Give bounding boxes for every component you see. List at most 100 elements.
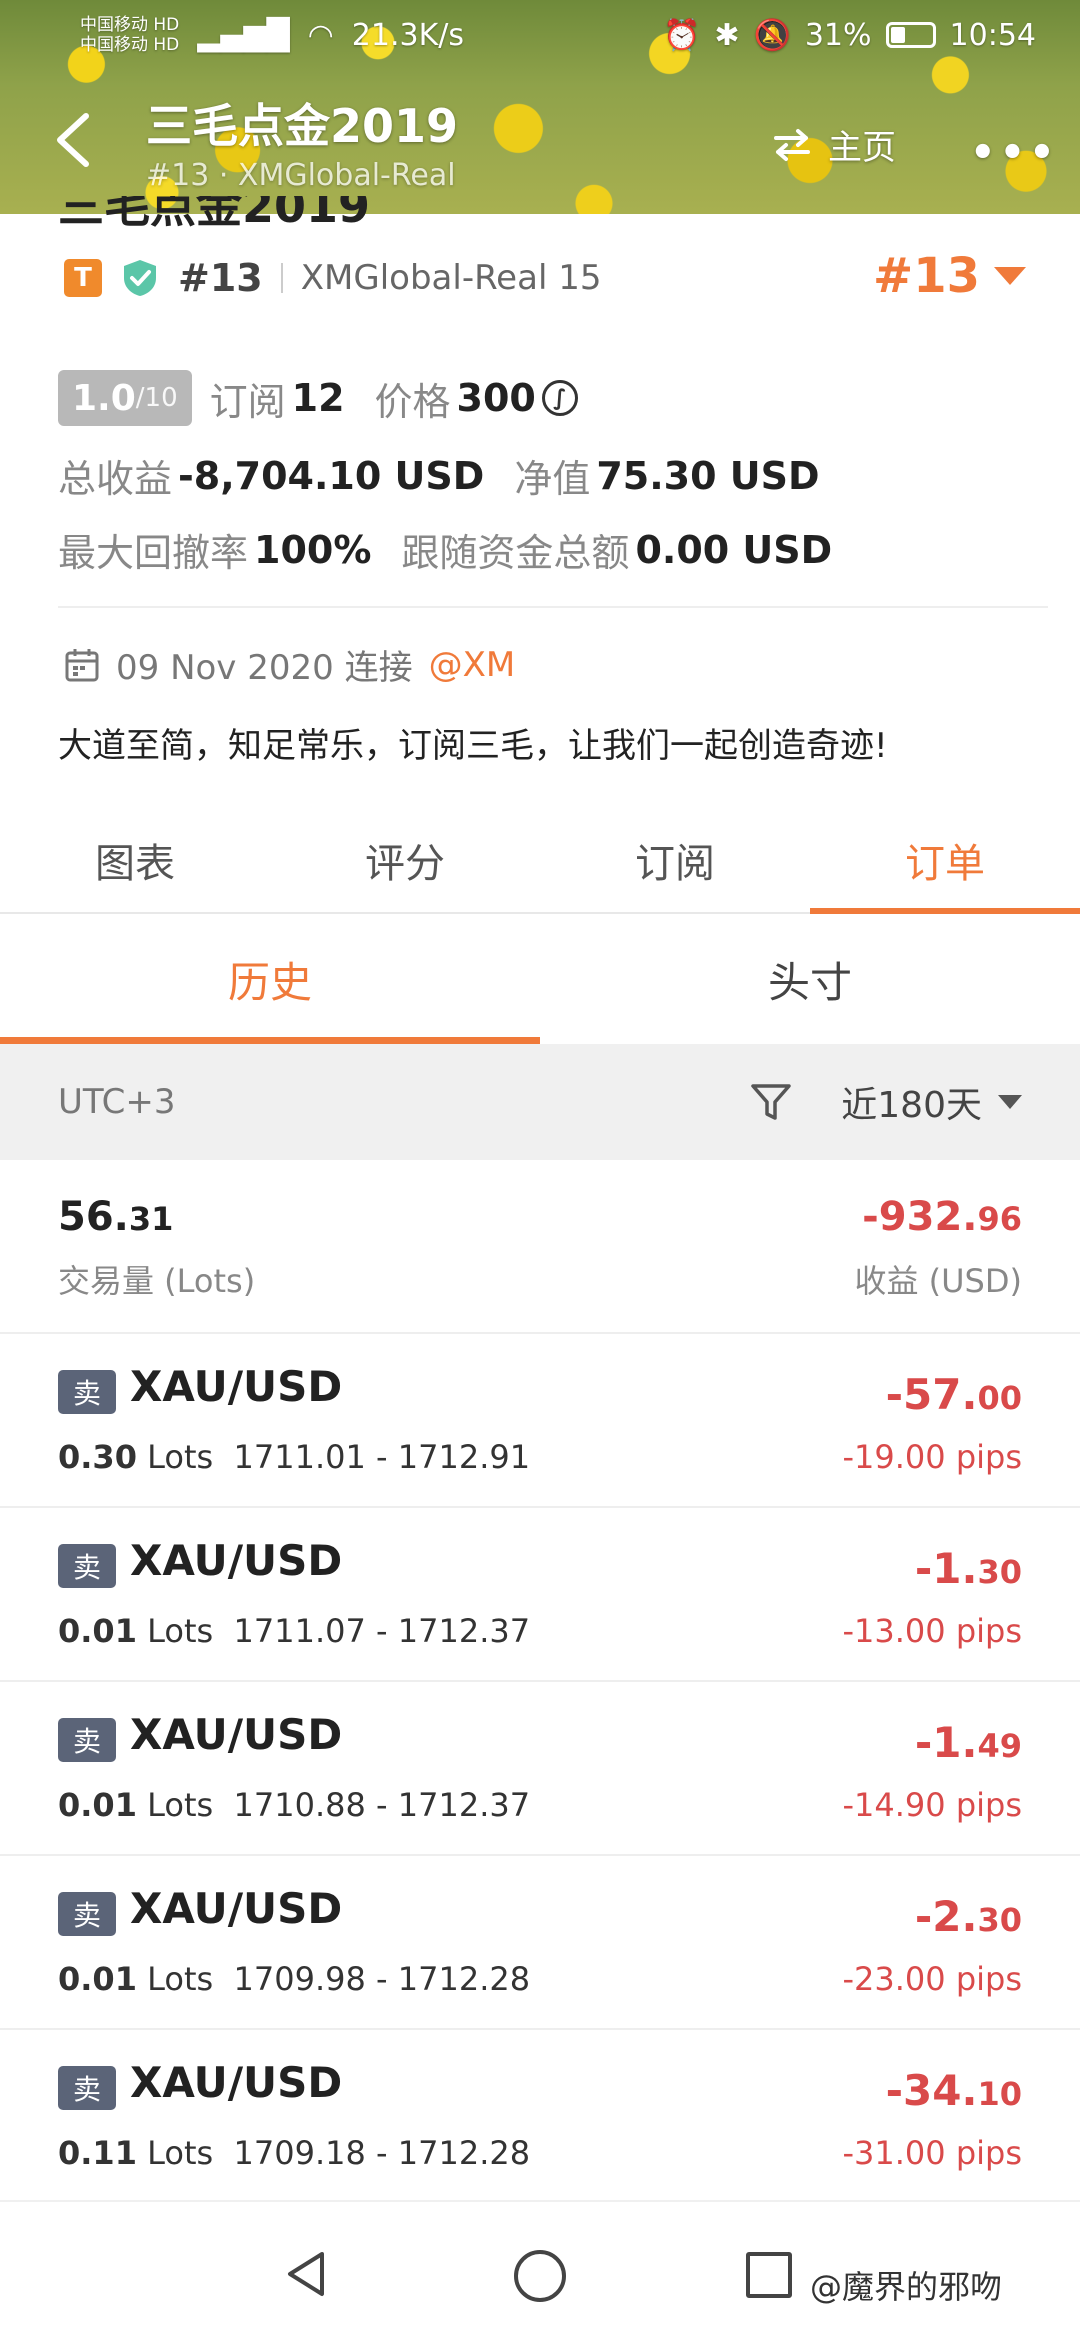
profit-total: -932.96 [854,1194,1022,1240]
battery-icon [885,22,936,48]
subscribe-count: 12 [291,376,345,420]
sell-badge: 卖 [58,1892,116,1936]
follow-funds-label: 跟随资金总额 [401,531,630,575]
trade-pips: -14.90 pips [842,1786,1022,1824]
trade-row[interactable]: 卖 XAU/USD 0.11 Lots 1709.18 - 1712.28 -3… [0,2030,1080,2204]
profit-dec: 49 [977,1727,1022,1765]
more-menu-button[interactable]: ••• [970,130,1059,176]
trade-profit: -1.49 [915,1718,1022,1767]
coin-icon: ∫ [541,380,578,416]
signal-icon: ▂▄▆█ [197,17,290,53]
nav-subtitle: #13 · XMGlobal-Real [146,158,456,193]
trade-price-range: 1709.98 - 1712.28 [233,1960,531,1998]
trade-pips: -19.00 pips [842,1438,1022,1476]
battery-percent: 31% [804,17,872,53]
stat-row-2: 总收益 -8,704.10 USD 净值 75.30 USD [58,448,850,503]
trade-lots: 0.01 [58,1786,137,1824]
trade-price-range: 1711.07 - 1712.37 [233,1612,531,1650]
tag-badge: T [64,259,102,297]
trade-list: 卖 XAU/USD 0.30 Lots 1711.01 - 1712.91 -5… [0,1334,1080,2204]
subtab-history[interactable]: 历史 [0,914,540,1044]
profit-main: -1. [914,1544,978,1593]
trade-detail: 0.11 Lots 1709.18 - 1712.28 [58,2134,530,2172]
date-range-select[interactable]: 近180天 [841,1076,1022,1128]
trade-pips: -13.00 pips [842,1612,1022,1650]
tab-chart[interactable]: 图表 [0,808,270,912]
profit-dec: 10 [977,2075,1022,2113]
profit-dec: 30 [977,1553,1022,1591]
tab-subscribe[interactable]: 订阅 [540,808,810,912]
divider [58,606,1048,608]
trade-row[interactable]: 卖 XAU/USD 0.30 Lots 1711.01 - 1712.91 -5… [0,1334,1080,1508]
trade-detail: 0.01 Lots 1710.88 - 1712.37 [58,1786,530,1824]
back-arrow-icon[interactable] [50,110,100,170]
profit-main: -34. [885,2066,978,2115]
trade-lots: 0.01 [58,1612,137,1650]
trade-row[interactable]: 卖 XAU/USD 0.01 Lots 1711.07 - 1712.37 -1… [0,1508,1080,1682]
nav-home-icon[interactable] [514,2250,566,2302]
trade-lots: 0.01 [58,1960,137,1998]
lots-unit: Lots [147,1786,214,1824]
home-label: 主页 [828,128,896,168]
trade-profit: -1.30 [915,1544,1022,1593]
carrier-1: 中国移动 HD [80,15,180,35]
trade-price-range: 1709.18 - 1712.28 [233,2134,531,2172]
total-profit-label: 总收益 [58,457,173,501]
lots-unit: Lots [147,2134,214,2172]
trade-row[interactable]: 卖 XAU/USD 0.01 Lots 1710.88 - 1712.37 -1… [0,1682,1080,1856]
sell-badge: 卖 [58,1718,116,1762]
max-drawdown-value: 100% [254,527,372,572]
sell-badge: 卖 [58,1544,116,1588]
broker-link[interactable]: @XM [429,645,516,685]
lots-unit: Lots [147,1438,214,1476]
trade-symbol: XAU/USD [130,1884,343,1933]
profile-id-row: T #13 XMGlobal-Real 15 [64,256,601,300]
volume-dec: 31 [128,1200,174,1238]
rank-number: #13 [178,256,263,300]
subtab-positions[interactable]: 头寸 [540,914,1080,1044]
score-value: 1.0 [72,377,136,419]
stat-row-1: 1.0/10 订阅 12 价格 300 ∫ [58,370,578,426]
score-total: /10 [135,383,178,413]
mute-icon: 🔕 [753,17,791,53]
stat-row-3: 最大回撤率 100% 跟随资金总额 0.00 USD [58,522,862,577]
timezone-label: UTC+3 [58,1082,176,1122]
watermark: @魔界的邪吻 [810,2268,1003,2306]
nav-back-icon[interactable] [282,2250,330,2298]
profit-label: 收益 (USD) [854,1262,1022,1300]
price-label: 价格 [374,379,451,424]
nav-recent-apps-icon[interactable] [746,2252,792,2298]
rank-dropdown[interactable]: #13 [873,248,1026,304]
trade-profit: -34.10 [886,2066,1022,2115]
trade-row[interactable]: 卖 XAU/USD 0.01 Lots 1709.98 - 1712.28 -2… [0,1856,1080,2030]
connect-date: 09 Nov 2020 连接 [116,648,413,688]
total-profit-value: -8,704.10 USD [178,453,485,498]
trade-profit: -57.00 [886,1370,1022,1419]
price-value: 300 [456,376,536,420]
profit-main: -932. [862,1194,978,1240]
carrier-info: 中国移动 HD 中国移动 HD [80,15,179,55]
follow-funds-value: 0.00 USD [635,527,833,572]
sell-badge: 卖 [58,2066,116,2110]
caret-down-icon [998,1095,1022,1109]
filter-icon[interactable] [749,1080,793,1124]
clock: 10:54 [949,17,1036,53]
profile-name-clipped: 三毛点金2019 [58,196,371,228]
trade-pips: -23.00 pips [842,1960,1022,1998]
volume-main: 56. [58,1194,129,1240]
alarm-icon: ⏰ [662,17,701,53]
nav-title: 三毛点金2019 [146,99,459,153]
trade-lots: 0.11 [58,2134,137,2172]
rank-dropdown-label: #13 [872,248,980,304]
system-nav-bar: @魔界的邪吻 [0,2200,1080,2340]
profit-dec: 30 [977,1901,1022,1939]
tab-rating[interactable]: 评分 [270,808,540,912]
trade-symbol: XAU/USD [130,1536,343,1585]
order-subtabs: 历史 头寸 [0,914,1080,1044]
tab-orders[interactable]: 订单 [810,808,1080,914]
trade-symbol: XAU/USD [130,2058,343,2107]
home-button[interactable]: 主页 [772,120,896,169]
net-speed: 21.3K/s [351,17,464,53]
profit-dec: 96 [977,1200,1022,1238]
score-badge: 1.0/10 [58,370,192,426]
